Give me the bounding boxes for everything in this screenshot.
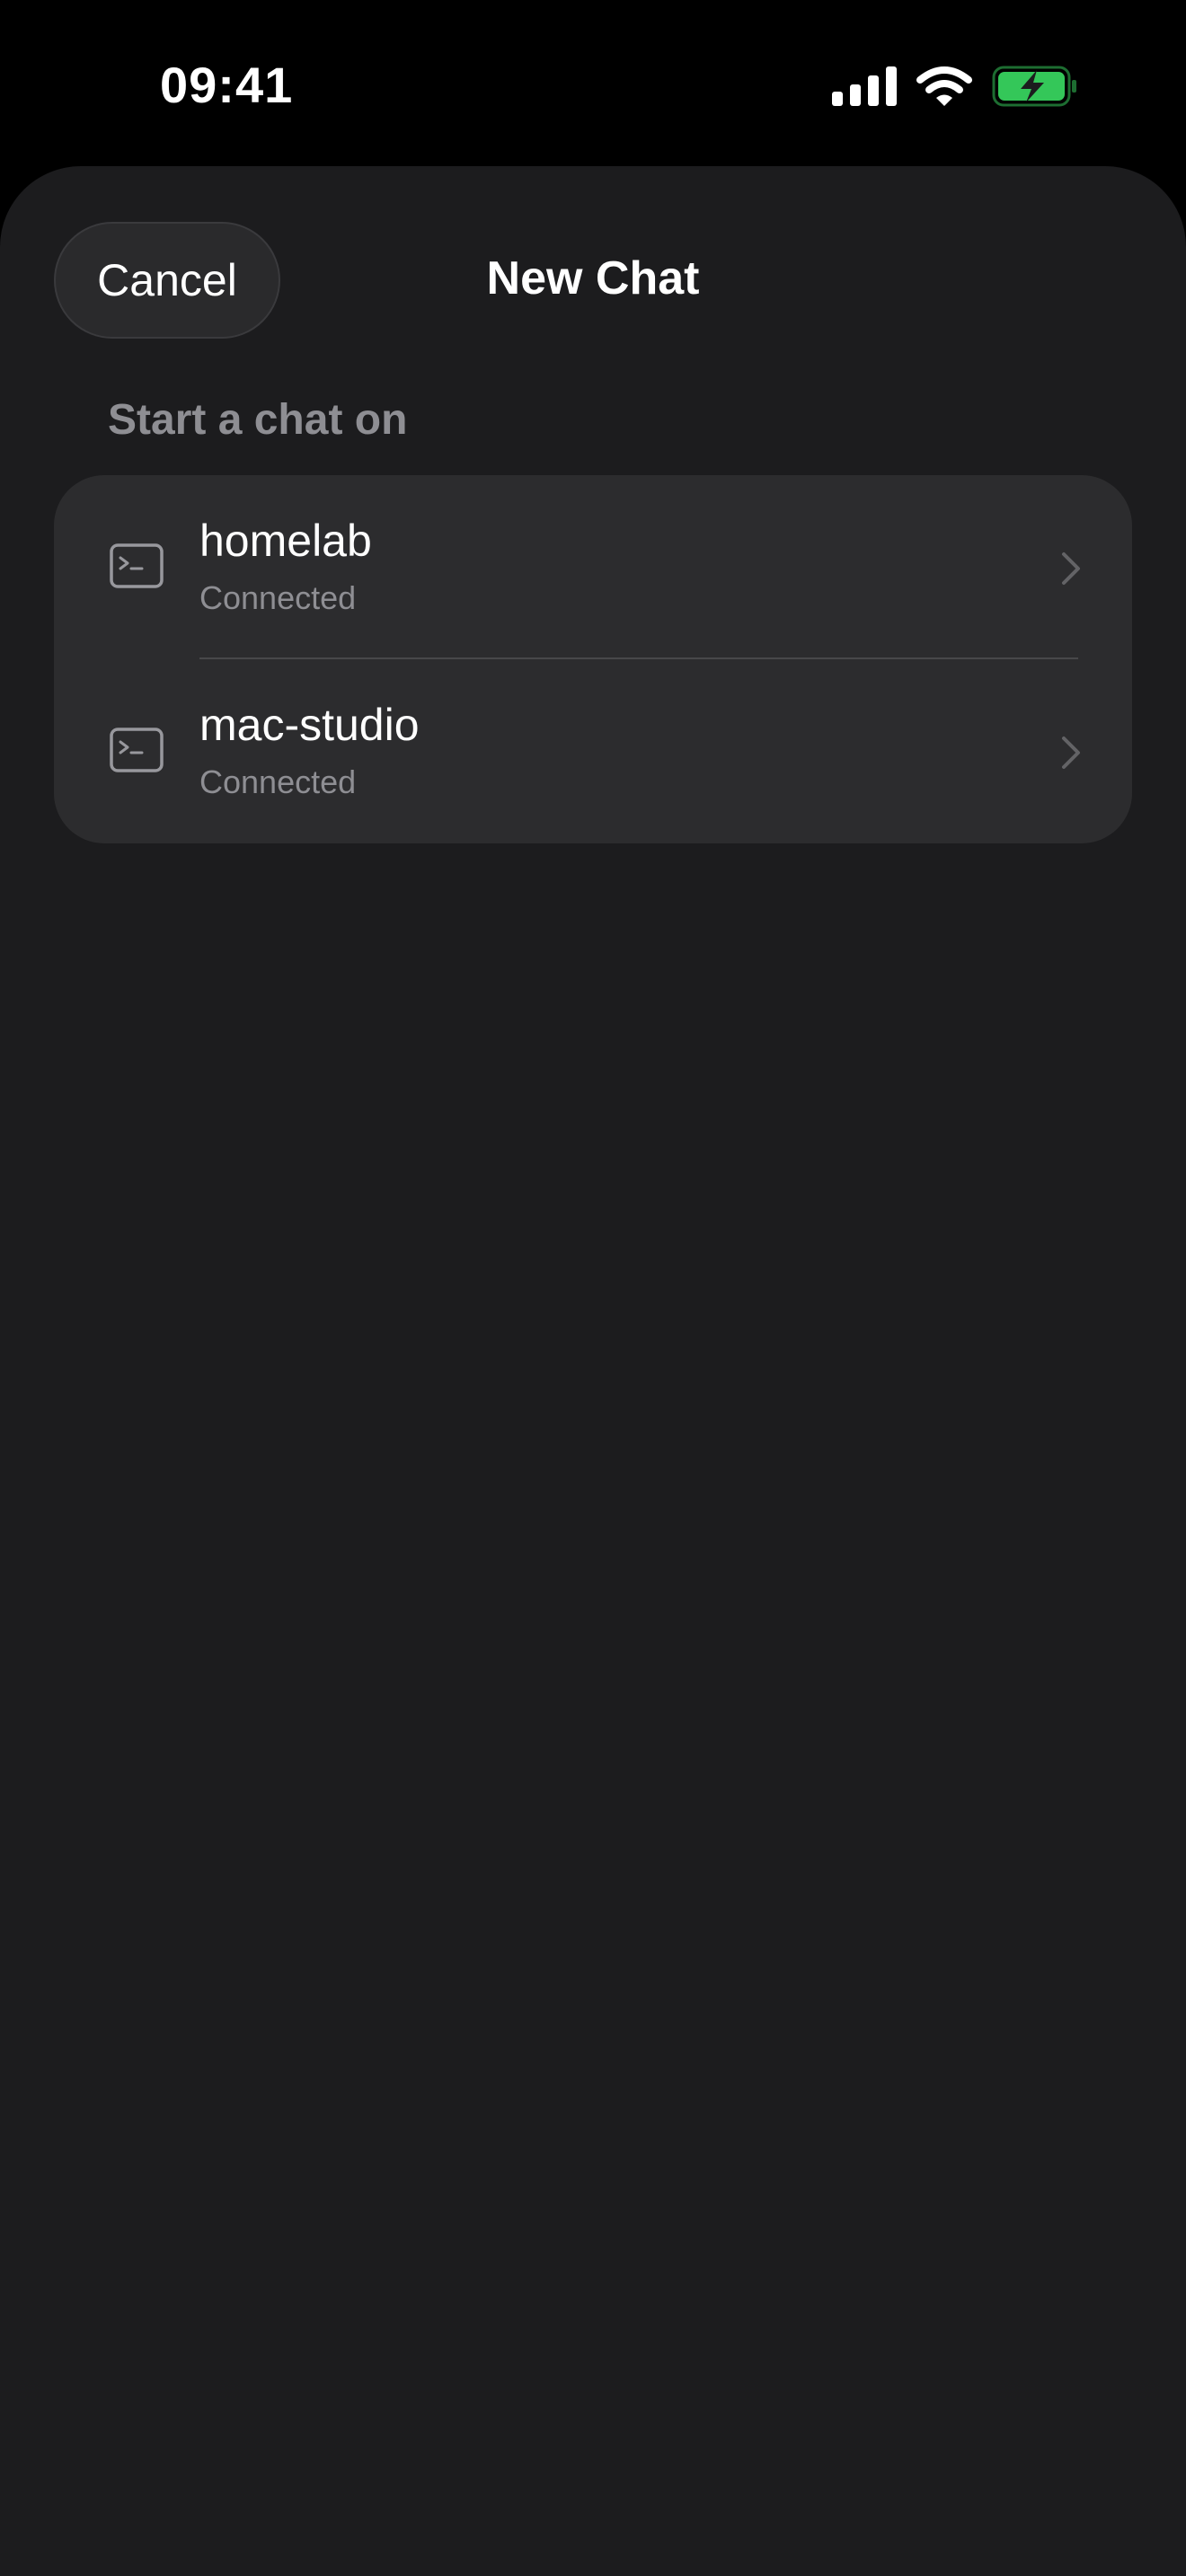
terminal-icon	[110, 728, 164, 772]
wifi-icon	[916, 66, 972, 106]
battery-charging-icon	[992, 66, 1076, 107]
host-status: Connected	[199, 579, 357, 616]
status-icons	[832, 63, 1078, 110]
host-status: Connected	[199, 763, 357, 800]
chevron-right-icon	[1062, 737, 1080, 769]
terminal-icon	[110, 543, 164, 588]
host-name: homelab	[199, 516, 372, 566]
chevron-right-icon	[1062, 552, 1080, 585]
host-name: mac-studio	[199, 700, 420, 750]
host-row-mac-studio[interactable]: mac-studio Connected	[54, 659, 1132, 843]
status-bar: 09:41	[0, 0, 1186, 166]
cellular-signal-icon	[832, 66, 897, 106]
status-time: 09:41	[160, 57, 294, 113]
section-header: Start a chat on	[108, 396, 408, 444]
host-list: homelab Connected mac-studio Connected	[54, 475, 1132, 843]
sheet-title: New Chat	[486, 252, 700, 304]
new-chat-sheet: Cancel New Chat Start a chat on homelab …	[0, 166, 1186, 2576]
host-row-homelab[interactable]: homelab Connected	[54, 475, 1132, 659]
